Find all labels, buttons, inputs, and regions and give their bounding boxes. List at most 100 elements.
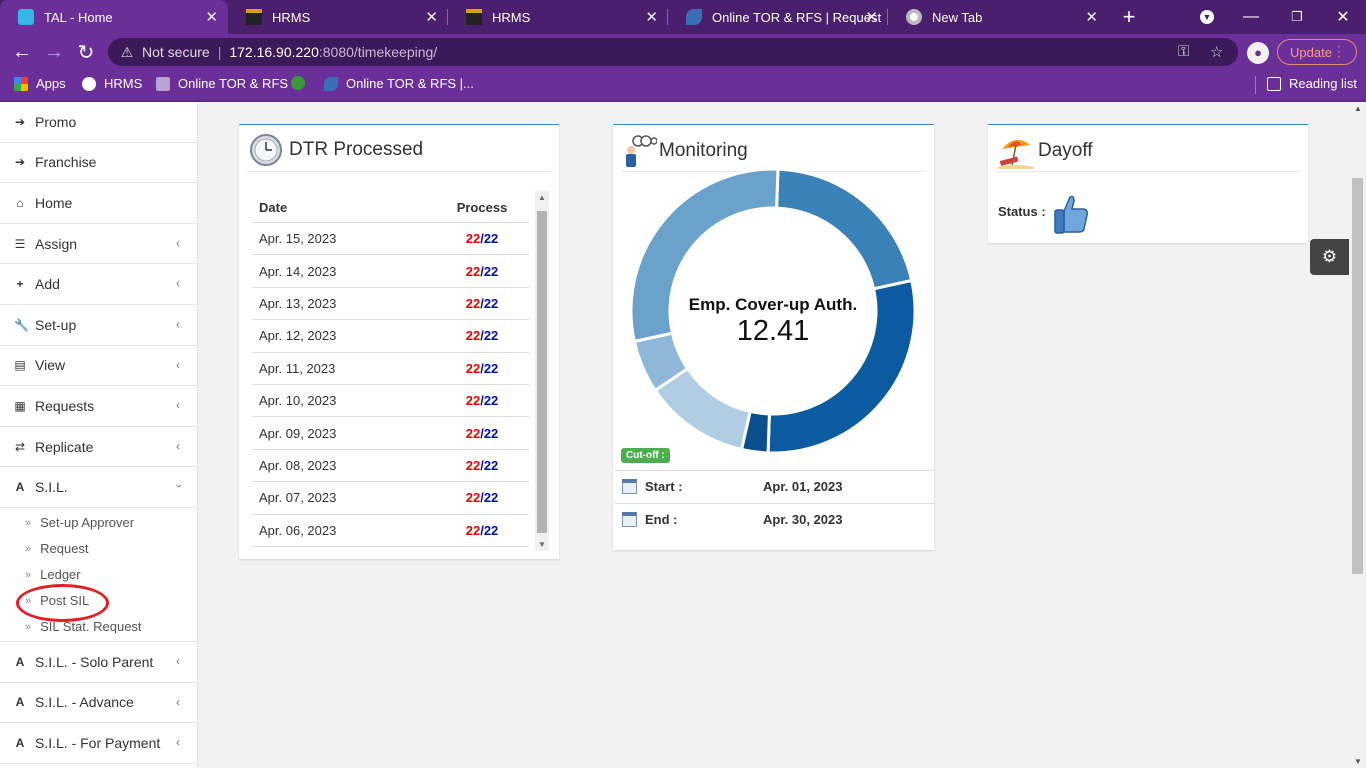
row-process: 22/22 <box>435 426 529 441</box>
submenu-item-ledger[interactable]: » Ledger <box>0 562 197 588</box>
panel-title: Dayoff <box>998 133 1093 169</box>
row-process: 22/22 <box>435 458 529 473</box>
sidebar-item-home[interactable]: ⌂ Home <box>0 183 197 224</box>
sidebar-item-label: Assign <box>35 235 78 252</box>
profile-avatar-icon[interactable]: ● <box>1247 42 1269 64</box>
menu-dots-icon[interactable]: ⋮ <box>1332 43 1346 60</box>
table-row: Apr. 13, 2023 22/22 <box>252 288 529 321</box>
close-tab-icon[interactable]: ✕ <box>205 8 218 26</box>
sidebar-item-requests[interactable]: ▦ Requests ‹ <box>0 386 197 427</box>
bookmark-apps[interactable]: Apps <box>14 76 66 91</box>
highlight-circle-annotation <box>16 584 109 622</box>
minimize-icon[interactable]: — <box>1228 0 1274 34</box>
donut-segment[interactable] <box>775 167 914 291</box>
tab-tal-home[interactable]: TAL - Home ✕ <box>0 0 228 34</box>
sidebar-item-label: S.I.L. - For Payment <box>35 734 161 751</box>
sidebar-item-promo[interactable]: ➔ Promo <box>0 102 197 143</box>
sidebar-item-sil[interactable]: A S.I.L. ‹ <box>0 467 197 508</box>
process-total: 22 <box>483 360 499 376</box>
scroll-down-icon[interactable]: ▼ <box>1354 757 1362 766</box>
sidebar-item-assign[interactable]: ☰ Assign ‹ <box>0 224 197 265</box>
browser-chrome: TAL - Home ✕ HRMS ✕ HRMS ✕ Online TOR & … <box>0 0 1366 102</box>
back-icon[interactable]: ← <box>10 40 34 64</box>
bookmark-star-icon[interactable]: ☆ <box>1210 43 1223 61</box>
tab-hrms-2[interactable]: HRMS ✕ <box>448 0 668 34</box>
dtr-scrollbar[interactable]: ▲ ▼ <box>535 191 549 551</box>
hrms-favicon-icon <box>466 9 482 25</box>
end-value: Apr. 30, 2023 <box>763 512 843 527</box>
tab-search-icon[interactable]: ▼ <box>1184 0 1230 34</box>
tab-strip: TAL - Home ✕ HRMS ✕ HRMS ✕ Online TOR & … <box>0 0 1366 34</box>
close-window-icon[interactable]: ✕ <box>1320 0 1366 34</box>
close-tab-icon[interactable]: ✕ <box>865 8 878 26</box>
dtr-table: Date Process Apr. 15, 2023 22/22 Apr. 14, … <box>252 193 529 547</box>
calendar-icon <box>622 512 637 527</box>
address-bar[interactable]: ⚠ Not secure | 172.16.90.220:8080/timeke… <box>108 38 1238 66</box>
update-button[interactable]: Update ⋮ <box>1277 39 1357 65</box>
sidebar-item-sil-solo-parent[interactable]: A S.I.L. - Solo Parent ‹ <box>0 642 197 683</box>
sidebar-item-setup[interactable]: 🔧 Set-up ‹ <box>0 305 197 346</box>
cutoff-start-row: Start : Apr. 01, 2023 <box>615 470 935 502</box>
submenu-item-request[interactable]: » Request <box>0 536 197 562</box>
file-icon: ▦ <box>14 398 26 413</box>
table-row: Apr. 11, 2023 22/22 <box>252 353 529 385</box>
chevron-left-icon: ‹ <box>176 438 180 453</box>
list-icon: ☰ <box>14 236 26 251</box>
process-total: 22 <box>483 328 499 344</box>
reading-list[interactable]: Reading list <box>1267 76 1357 91</box>
close-tab-icon[interactable]: ✕ <box>425 8 438 26</box>
chevron-left-icon: ‹ <box>176 653 180 668</box>
sidebar-item-label: Franchise <box>35 154 97 171</box>
settings-gear-icon[interactable]: ⚙ <box>1310 239 1349 275</box>
scroll-up-icon[interactable]: ▲ <box>1354 104 1362 113</box>
tab-title: HRMS <box>492 9 531 25</box>
sidebar-item-add[interactable]: + Add ‹ <box>0 264 197 305</box>
road-icon: A <box>15 735 25 750</box>
double-chevron-icon: » <box>25 620 32 633</box>
submenu-label: Request <box>40 541 89 557</box>
bookmark-label: Online TOR & RFS |... <box>346 76 474 91</box>
process-done: 22 <box>465 360 481 376</box>
table-row: Apr. 09, 2023 22/22 <box>252 417 529 450</box>
row-date: Apr. 15, 2023 <box>259 231 337 247</box>
close-tab-icon[interactable]: ✕ <box>645 8 658 26</box>
new-tab-icon[interactable]: + <box>1106 0 1152 34</box>
bookmark-divider <box>1255 76 1256 94</box>
tab-online-tor[interactable]: Online TOR & RFS | Request ✕ <box>668 0 888 34</box>
bookmark-online-tor-2[interactable]: Online TOR & RFS |... <box>324 76 474 91</box>
dayoff-panel: Dayoff Status : <box>988 124 1308 243</box>
sidebar-item-label: Set-up <box>35 316 77 333</box>
forward-icon[interactable]: → <box>42 40 66 64</box>
sidebar-item-franchise[interactable]: ➔ Franchise <box>0 143 197 184</box>
row-date: Apr. 13, 2023 <box>259 295 337 311</box>
sidebar-item-sil-for-payment[interactable]: A S.I.L. - For Payment ‹ <box>0 723 197 764</box>
security-label: Not secure <box>142 44 210 60</box>
sidebar-item-label: Requests <box>35 397 95 414</box>
process-total: 22 <box>483 457 499 473</box>
process-total: 22 <box>483 231 499 247</box>
double-chevron-icon: » <box>25 516 32 529</box>
restore-icon[interactable]: ❐ <box>1274 0 1320 34</box>
scroll-thumb[interactable] <box>1352 178 1363 574</box>
scroll-down-icon[interactable]: ▼ <box>538 540 546 549</box>
process-done: 22 <box>465 425 481 441</box>
tab-new-tab[interactable]: New Tab ✕ <box>888 0 1108 34</box>
key-icon[interactable]: ⚿ <box>1178 43 1189 60</box>
tab-hrms-1[interactable]: HRMS ✕ <box>228 0 448 34</box>
reload-icon[interactable]: ↻ <box>74 40 98 64</box>
bookmark-green[interactable] <box>291 76 313 90</box>
submenu-item-sil-stat-request[interactable]: » SIL Stat. Request <box>0 614 197 640</box>
scroll-thumb[interactable] <box>537 211 547 533</box>
sidebar-item-sil-advance[interactable]: A S.I.L. - Advance ‹ <box>0 683 197 724</box>
bookmark-hrms[interactable]: HRMS <box>82 76 142 91</box>
page-scrollbar[interactable]: ▲ ▼ <box>1350 102 1366 768</box>
scroll-up-icon[interactable]: ▲ <box>538 193 546 202</box>
start-label: Start : <box>645 479 683 494</box>
submenu-item-setup-approver[interactable]: » Set-up Approver <box>0 510 197 536</box>
sidebar-item-replicate[interactable]: ⇄ Replicate ‹ <box>0 427 197 468</box>
sidebar-item-label: Promo <box>35 113 77 130</box>
bookmark-online-tor[interactable]: Online TOR & RFS <box>156 76 288 91</box>
sidebar-item-view[interactable]: ▤ View ‹ <box>0 346 197 387</box>
close-tab-icon[interactable]: ✕ <box>1085 8 1098 26</box>
col-date-header: Date <box>259 200 288 215</box>
